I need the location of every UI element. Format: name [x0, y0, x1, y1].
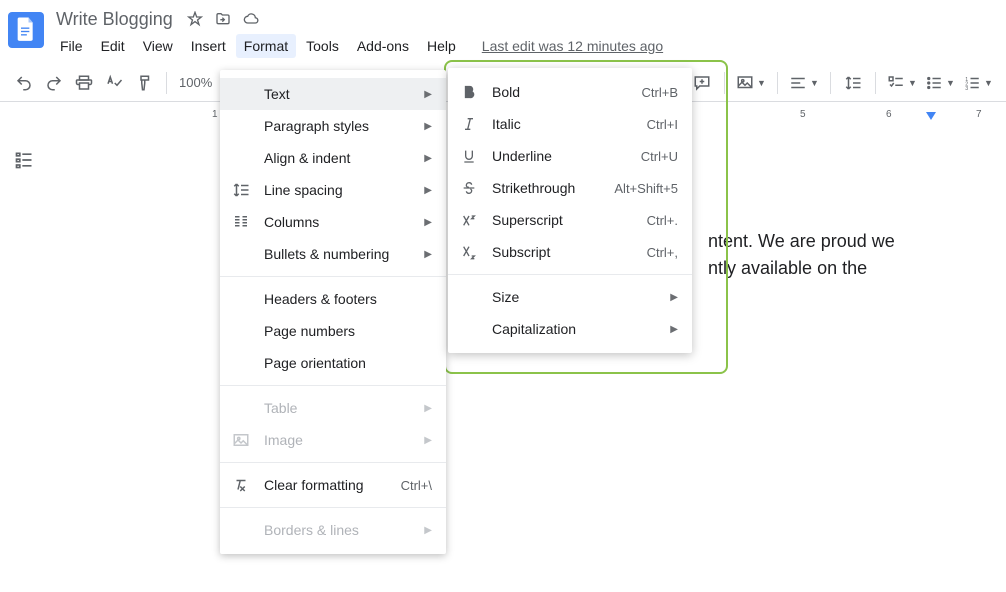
checklist-button[interactable]: ▼	[884, 69, 920, 97]
underline-icon	[458, 146, 480, 166]
format-menu-image: Image ▶	[220, 424, 446, 456]
text-submenu-subscript[interactable]: Subscript Ctrl+,	[448, 236, 692, 268]
docs-logo[interactable]	[8, 12, 44, 48]
menu-tools[interactable]: Tools	[298, 34, 347, 58]
insert-image-button[interactable]: ▼	[733, 69, 769, 97]
chevron-right-icon: ▶	[670, 292, 678, 303]
menu-format[interactable]: Format	[236, 34, 296, 58]
align-button[interactable]: ▼	[786, 69, 822, 97]
chevron-right-icon: ▶	[424, 525, 432, 536]
svg-text:3: 3	[965, 85, 968, 91]
menu-addons[interactable]: Add-ons	[349, 34, 417, 58]
menu-file[interactable]: File	[52, 34, 91, 58]
line-spacing-button[interactable]	[839, 69, 867, 97]
last-edit-link[interactable]: Last edit was 12 minutes ago	[482, 38, 663, 54]
right-indent-marker[interactable]	[926, 112, 936, 122]
outline-toggle-button[interactable]	[12, 148, 36, 172]
line-spacing-icon	[230, 180, 252, 200]
chevron-right-icon: ▶	[424, 89, 432, 100]
text-submenu-bold[interactable]: Bold Ctrl+B	[448, 76, 692, 108]
move-icon[interactable]	[215, 11, 231, 27]
format-menu-bullets-numbering[interactable]: Bullets & numbering ▶	[220, 238, 446, 270]
text-submenu-capitalization[interactable]: Capitalization ▶	[448, 313, 692, 345]
text-submenu: Bold Ctrl+B Italic Ctrl+I Underline Ctrl…	[448, 68, 692, 353]
text-submenu-italic[interactable]: Italic Ctrl+I	[448, 108, 692, 140]
format-menu-align-indent[interactable]: Align & indent ▶	[220, 142, 446, 174]
document-body-text[interactable]: ntent. We are proud we ntly available on…	[708, 228, 895, 282]
add-comment-button[interactable]	[688, 69, 716, 97]
bold-icon	[458, 82, 480, 102]
numbered-list-button[interactable]: 123▼	[960, 69, 996, 97]
print-button[interactable]	[70, 69, 98, 97]
menu-edit[interactable]: Edit	[93, 34, 133, 58]
format-menu-line-spacing[interactable]: Line spacing ▶	[220, 174, 446, 206]
cloud-status-icon[interactable]	[243, 11, 259, 27]
chevron-right-icon: ▶	[424, 403, 432, 414]
format-dropdown-menu: Text ▶ Paragraph styles ▶ Align & indent…	[220, 70, 446, 554]
format-menu-paragraph-styles[interactable]: Paragraph styles ▶	[220, 110, 446, 142]
text-submenu-superscript[interactable]: Superscript Ctrl+.	[448, 204, 692, 236]
chevron-right-icon: ▶	[424, 185, 432, 196]
redo-button[interactable]	[40, 69, 68, 97]
menubar: File Edit View Insert Format Tools Add-o…	[52, 32, 663, 60]
format-menu-clear-formatting[interactable]: Clear formatting Ctrl+\	[220, 469, 446, 501]
format-menu-columns[interactable]: Columns ▶	[220, 206, 446, 238]
bulleted-list-button[interactable]: ▼	[922, 69, 958, 97]
superscript-icon	[458, 210, 480, 230]
format-menu-page-numbers[interactable]: Page numbers	[220, 315, 446, 347]
text-submenu-size[interactable]: Size ▶	[448, 281, 692, 313]
chevron-right-icon: ▶	[424, 249, 432, 260]
text-submenu-strikethrough[interactable]: Strikethrough Alt+Shift+5	[448, 172, 692, 204]
chevron-right-icon: ▶	[424, 217, 432, 228]
format-menu-borders-lines: Borders & lines ▶	[220, 514, 446, 546]
paint-format-button[interactable]	[130, 69, 158, 97]
columns-icon	[230, 212, 252, 232]
chevron-right-icon: ▶	[424, 121, 432, 132]
chevron-right-icon: ▶	[424, 435, 432, 446]
spellcheck-button[interactable]	[100, 69, 128, 97]
chevron-right-icon: ▶	[670, 324, 678, 335]
format-menu-page-orientation[interactable]: Page orientation	[220, 347, 446, 379]
chevron-right-icon: ▶	[424, 153, 432, 164]
document-title[interactable]: Write Blogging	[52, 9, 177, 30]
strikethrough-icon	[458, 178, 480, 198]
text-submenu-underline[interactable]: Underline Ctrl+U	[448, 140, 692, 172]
blank-icon	[230, 84, 252, 104]
image-icon	[230, 430, 252, 450]
menu-help[interactable]: Help	[419, 34, 464, 58]
format-menu-text[interactable]: Text ▶	[220, 78, 446, 110]
undo-button[interactable]	[10, 69, 38, 97]
format-menu-headers-footers[interactable]: Headers & footers	[220, 283, 446, 315]
italic-icon	[458, 114, 480, 134]
star-icon[interactable]	[187, 11, 203, 27]
format-menu-table: Table ▶	[220, 392, 446, 424]
menu-view[interactable]: View	[135, 34, 181, 58]
menu-insert[interactable]: Insert	[183, 34, 234, 58]
subscript-icon	[458, 242, 480, 262]
clear-format-icon	[230, 475, 252, 495]
